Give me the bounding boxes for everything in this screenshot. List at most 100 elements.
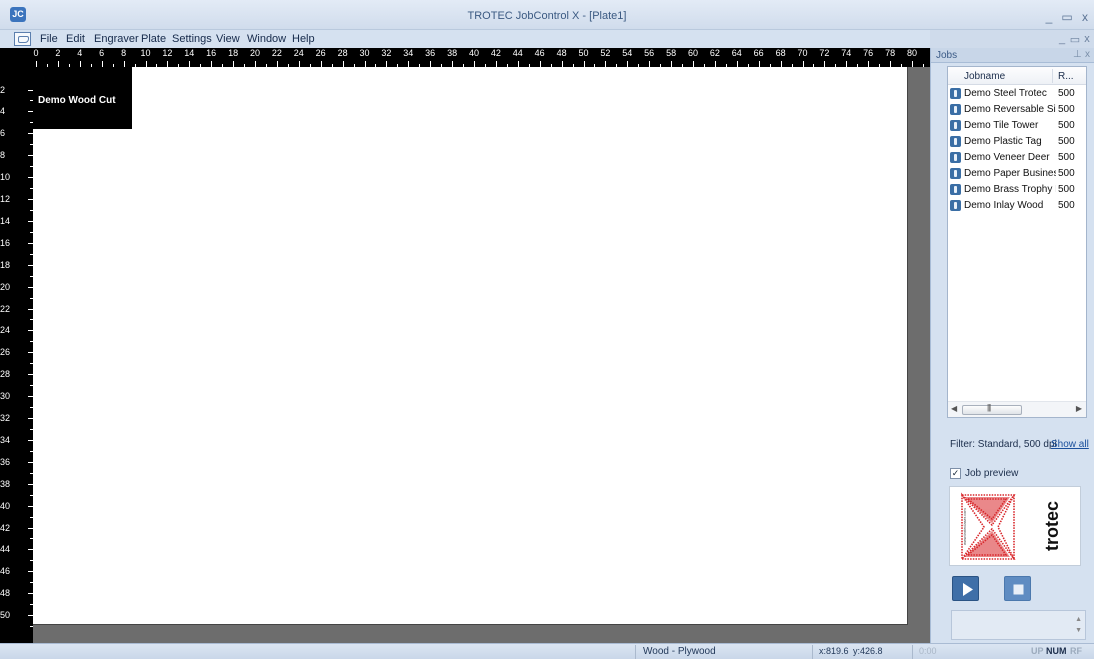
job-resolution: 500	[1058, 136, 1075, 147]
ruler-label: 20	[0, 281, 11, 292]
job-row[interactable]: Demo Brass Trophy Pl...500	[948, 182, 1086, 198]
column-jobname[interactable]: Jobname	[964, 71, 1005, 82]
document-restore-button[interactable]: ▭	[1069, 33, 1081, 46]
ruler-label: 8	[121, 48, 127, 58]
job-status-field[interactable]: ▲ ▼	[951, 610, 1086, 640]
menu-settings[interactable]: Settings	[172, 33, 212, 45]
stop-button[interactable]	[1004, 576, 1031, 601]
menu-engraver[interactable]: Engraver	[94, 33, 139, 45]
ruler-label: 16	[206, 48, 217, 58]
ruler-label: 60	[687, 48, 698, 58]
play-button[interactable]	[952, 576, 979, 601]
job-file-icon	[950, 104, 961, 115]
job-name: Demo Steel Trotec	[964, 88, 1047, 99]
maximize-button[interactable]: ▭	[1060, 11, 1074, 23]
ruler-label: 46	[0, 566, 11, 577]
job-file-icon	[950, 120, 961, 131]
ruler-label: 50	[578, 48, 589, 58]
horizontal-scrollbar[interactable]: ◀ ||| ▶	[948, 401, 1086, 417]
ruler-label: 10	[0, 172, 11, 183]
jobs-list-header: Jobname R...	[948, 67, 1086, 85]
ruler-label: 40	[0, 500, 11, 511]
ruler-label: 38	[0, 478, 11, 489]
ruler-label: 32	[0, 413, 11, 423]
plate-canvas[interactable]: Demo Wood Cut	[33, 67, 908, 625]
job-row[interactable]: Demo Plastic Tag 500	[948, 134, 1086, 150]
ruler-label: 32	[381, 48, 392, 58]
menu-file[interactable]: File	[40, 33, 58, 45]
status-y-coordinate: y:426.8	[853, 646, 883, 656]
jobs-panel: Jobs ⊥ x Jobname R... Demo Steel Trotec 5…	[930, 48, 1094, 643]
status-rf-indicator: RF	[1070, 646, 1082, 656]
ruler-label: 28	[0, 369, 11, 380]
job-file-icon	[950, 184, 961, 195]
job-row[interactable]: Demo Steel Trotec 500	[948, 86, 1086, 102]
ruler-label: 76	[863, 48, 874, 58]
ruler-label: 18	[228, 48, 239, 58]
scroll-thumb[interactable]: |||	[962, 403, 1022, 415]
ruler-label: 30	[359, 48, 370, 58]
ruler-label: 56	[644, 48, 655, 58]
minimize-button[interactable]: _	[1042, 11, 1056, 23]
job-name: Demo Inlay Wood	[964, 200, 1044, 211]
menu-window[interactable]: Window	[247, 33, 286, 45]
workspace[interactable]: Demo Wood Cut	[33, 67, 930, 643]
statusbar-separator	[635, 645, 636, 659]
scroll-left-icon[interactable]: ◀	[951, 404, 957, 413]
ruler-label: 50	[0, 610, 11, 621]
job-preview-checkbox[interactable]: ✓	[950, 468, 961, 479]
ruler-label: 74	[841, 48, 852, 58]
ruler-label: 62	[709, 48, 720, 58]
menu-bar: File Edit Engraver Plate Settings View W…	[0, 30, 930, 48]
panel-close-icon[interactable]: x	[1085, 49, 1090, 60]
ruler-label: 44	[512, 48, 523, 58]
ruler-label: 20	[249, 48, 260, 58]
job-name: Demo Tile Tower	[964, 120, 1039, 131]
ruler-label: 26	[315, 48, 326, 58]
job-preview: trotec www.troteclaser.com	[949, 486, 1081, 566]
job-file-icon	[950, 152, 961, 163]
job-block-label: Demo Wood Cut	[38, 95, 116, 106]
spin-arrows-icon[interactable]: ▲ ▼	[1075, 614, 1082, 636]
ruler-label: 64	[731, 48, 742, 58]
column-resolution[interactable]: R...	[1058, 71, 1074, 82]
ruler-label: 14	[184, 48, 195, 58]
ruler-label: 66	[753, 48, 764, 58]
job-row[interactable]: Demo Tile Tower 500	[948, 118, 1086, 134]
job-resolution: 500	[1058, 152, 1075, 163]
close-button[interactable]: x	[1078, 11, 1092, 23]
ruler-label: 16	[0, 237, 11, 248]
job-row[interactable]: Demo Veneer Deer 500	[948, 150, 1086, 166]
scroll-right-icon[interactable]: ▶	[1076, 404, 1082, 413]
left-ruler: 2 4 6 8 10 12 14 16 18 20 22 24 26 28 30 32 34 36 38 40 42 44…	[0, 67, 33, 643]
document-window-controls: _ ▭ x	[1040, 33, 1094, 47]
document-icon[interactable]	[14, 32, 31, 46]
stop-icon	[1013, 584, 1024, 595]
job-block[interactable]: Demo Wood Cut	[33, 67, 132, 129]
job-row[interactable]: Demo Inlay Wood 500	[948, 198, 1086, 214]
menu-help[interactable]: Help	[292, 33, 315, 45]
menu-edit[interactable]: Edit	[66, 33, 85, 45]
jobs-list[interactable]: Jobname R... Demo Steel Trotec 500 Demo Re…	[947, 66, 1087, 418]
ruler-label: 8	[0, 150, 6, 161]
show-all-link[interactable]: Show all	[1051, 439, 1089, 450]
status-up-indicator: UP	[1031, 646, 1044, 656]
job-row[interactable]: Demo Reversable Sign500	[948, 102, 1086, 118]
job-preview-label[interactable]: Job preview	[965, 468, 1018, 479]
ruler-label: 22	[0, 303, 11, 314]
preview-brand-text: trotec	[1042, 500, 1062, 551]
ruler-label: 34	[0, 434, 11, 445]
job-row[interactable]: Demo Paper Business...500	[948, 166, 1086, 182]
menu-plate[interactable]: Plate	[141, 33, 166, 45]
menu-view[interactable]: View	[216, 33, 240, 45]
status-x-coordinate: x:819.6	[819, 646, 849, 656]
ruler-label: 36	[0, 456, 11, 467]
job-file-icon	[950, 168, 961, 179]
filter-text: Filter: Standard, 500 dpi	[950, 439, 1057, 450]
ruler-label: 2	[0, 84, 6, 95]
pin-icon[interactable]: ⊥	[1073, 49, 1082, 60]
document-close-button[interactable]: x	[1081, 33, 1093, 45]
document-minimize-button[interactable]: _	[1056, 33, 1068, 45]
column-separator[interactable]	[1052, 69, 1053, 83]
ruler-label: 26	[0, 347, 11, 358]
